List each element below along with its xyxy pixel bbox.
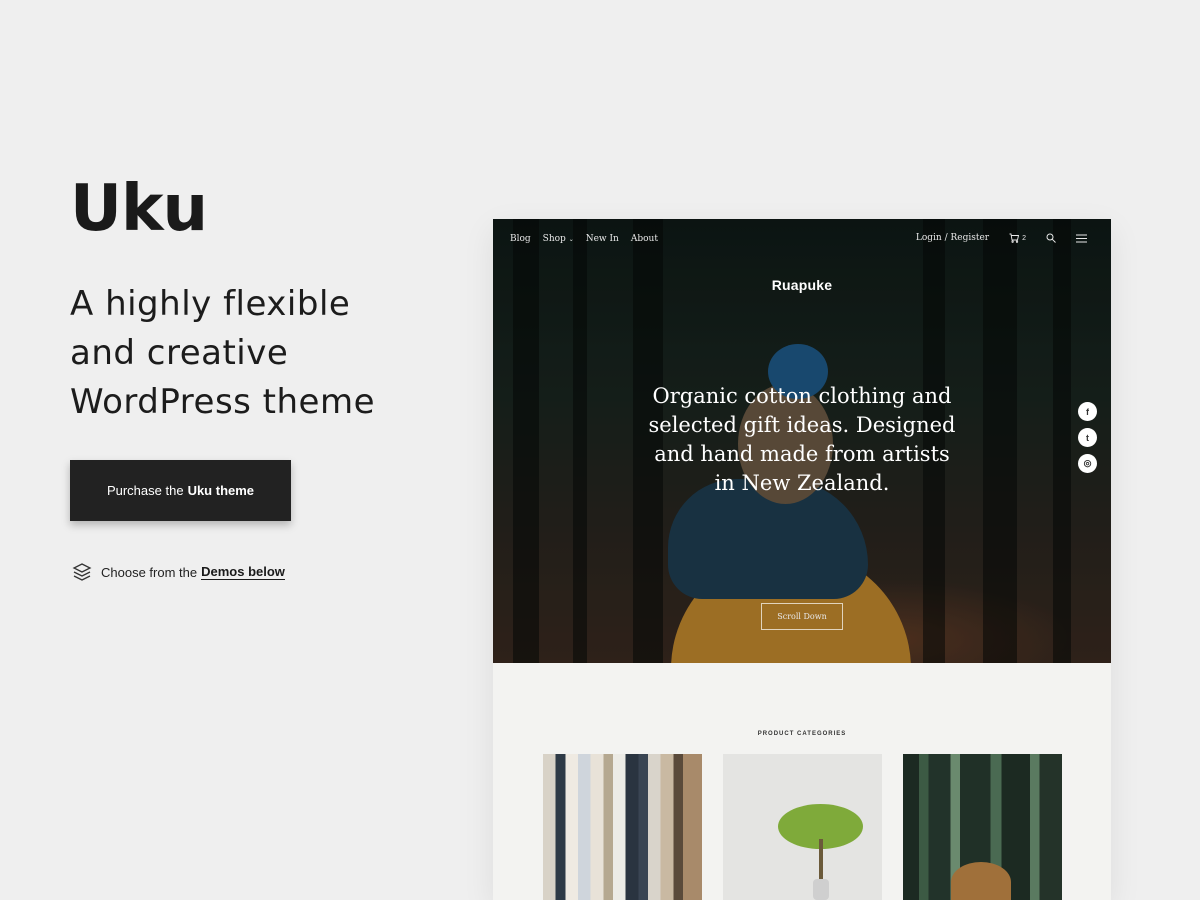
- cart-count: 2: [1022, 234, 1026, 242]
- category-image-clothing[interactable]: [543, 754, 702, 900]
- cart-icon: [1009, 233, 1020, 243]
- preview-nav-right: Login / Register 2: [916, 233, 1087, 243]
- login-register-link[interactable]: Login / Register: [916, 233, 989, 243]
- purchase-label: Purchase the: [106, 483, 184, 498]
- social-links: f t ◎: [1078, 402, 1097, 473]
- search-icon[interactable]: [1046, 233, 1056, 243]
- category-image-forest[interactable]: [903, 754, 1062, 900]
- theme-preview: Blog Shop ⌄ New In About Login / Registe…: [493, 219, 1111, 900]
- nav-blog[interactable]: Blog: [510, 234, 531, 244]
- hero-section: Blog Shop ⌄ New In About Login / Registe…: [493, 219, 1111, 663]
- nav-about[interactable]: About: [631, 234, 658, 244]
- site-title[interactable]: Ruapuke: [493, 277, 1111, 293]
- theme-title: Uku: [70, 172, 208, 246]
- demos-text: Choose from the: [101, 564, 198, 580]
- purchase-button[interactable]: Purchase the Uku theme: [70, 460, 291, 521]
- layers-icon: [72, 563, 92, 581]
- purchase-theme-name: Uku theme: [187, 483, 255, 498]
- chevron-down-icon: ⌄: [568, 236, 574, 243]
- preview-nav: Blog Shop ⌄ New In About: [510, 234, 658, 244]
- tagline-line-3: WordPress theme: [70, 382, 376, 422]
- theme-tagline: A highly flexible and creative WordPress…: [70, 280, 430, 427]
- scroll-down-button[interactable]: Scroll Down: [761, 603, 843, 630]
- tagline-line-2: and creative: [70, 333, 289, 373]
- menu-icon[interactable]: [1076, 234, 1087, 243]
- instagram-icon[interactable]: ◎: [1078, 454, 1097, 473]
- nav-shop[interactable]: Shop ⌄: [543, 234, 574, 244]
- hero-heading: Organic cotton clothing and selected gif…: [648, 384, 956, 495]
- demos-hint: Choose from the Demos below: [72, 562, 285, 582]
- nav-new-in[interactable]: New In: [586, 234, 619, 244]
- tagline-line-1: A highly flexible: [70, 284, 351, 324]
- facebook-icon[interactable]: f: [1078, 402, 1097, 421]
- product-categories-heading: PRODUCT CATEGORIES: [757, 731, 847, 737]
- category-image-plant[interactable]: [723, 754, 882, 900]
- cart-button[interactable]: 2: [1009, 233, 1026, 243]
- twitter-icon[interactable]: t: [1078, 428, 1097, 447]
- demos-link[interactable]: Demos below: [201, 564, 285, 580]
